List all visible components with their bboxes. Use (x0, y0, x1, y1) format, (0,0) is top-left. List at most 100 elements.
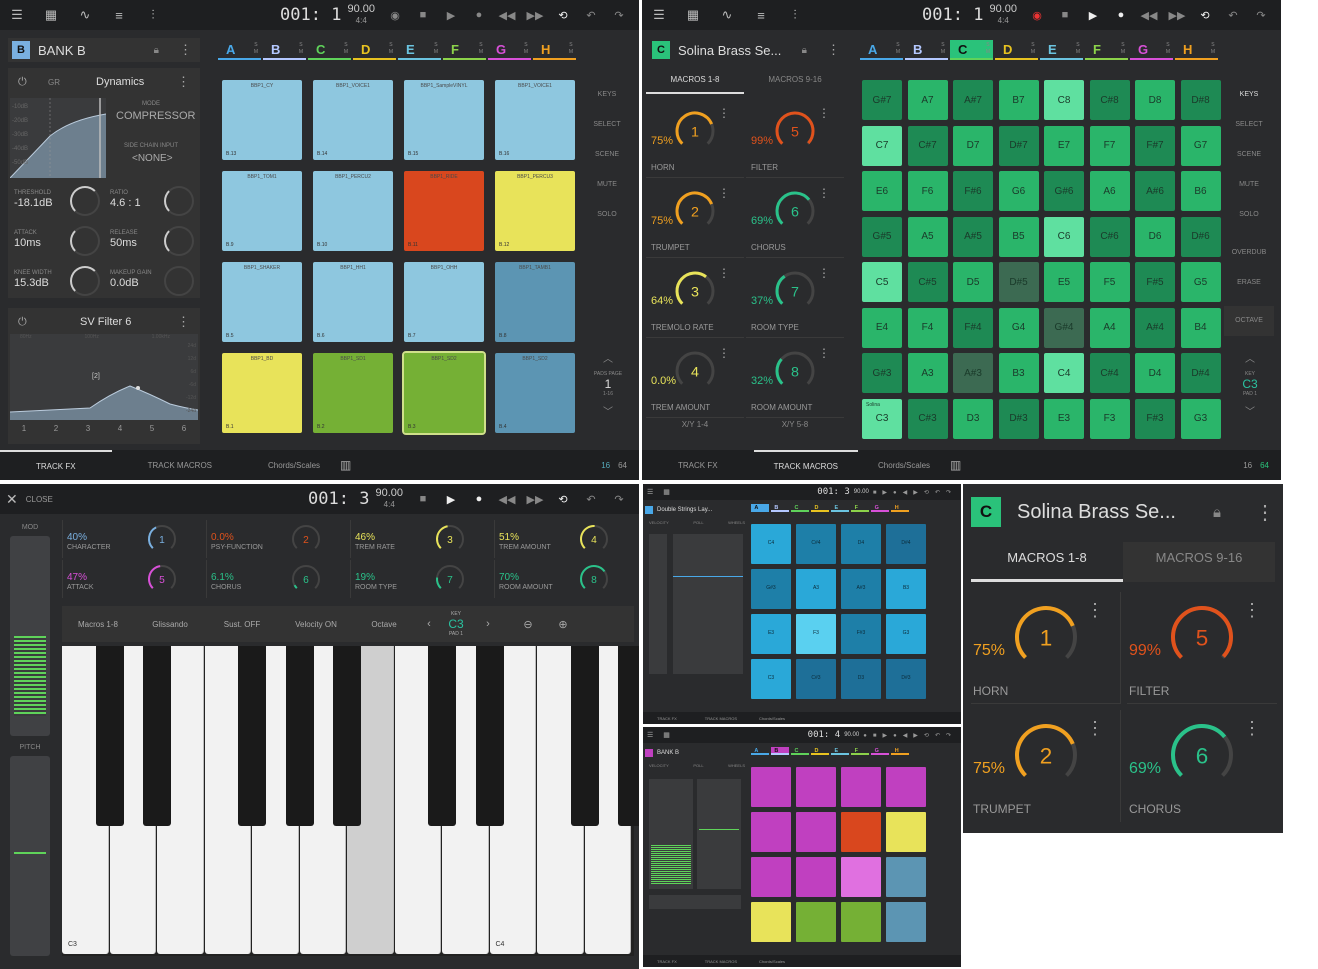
macro-5[interactable]: 99% FILTER 5 ⋮ (746, 100, 844, 178)
mini-pad[interactable] (841, 902, 881, 942)
drum-pad[interactable]: BBP1_RIDE B.11 (404, 171, 484, 251)
note-pad[interactable]: A3 (907, 353, 948, 393)
mini-pad[interactable]: D#4 (886, 524, 926, 564)
grid-icon[interactable]: ▦ (663, 731, 670, 739)
menu-icon[interactable]: ☰ (647, 731, 653, 739)
bank-d[interactable]: D (811, 504, 830, 513)
bank-e[interactable]: E (831, 504, 850, 513)
note-pad[interactable]: F3 (1089, 398, 1130, 439)
drum-pad[interactable]: BBP1_PERCU2 B.10 (313, 171, 393, 251)
black-key[interactable] (618, 646, 639, 826)
note-pad[interactable]: G5 (1180, 262, 1221, 302)
more-icon[interactable]: ⋮ (1243, 600, 1261, 621)
note-pad[interactable]: E7 (1044, 125, 1084, 166)
more-icon[interactable]: ⋮ (1086, 600, 1104, 621)
forward-button[interactable]: ▶▶ (1163, 9, 1191, 22)
grid-icon[interactable]: ▦ (682, 4, 704, 26)
rail-keys[interactable]: KEYS (1240, 80, 1259, 110)
bank-e[interactable]: E (831, 747, 850, 756)
piano-icon[interactable]: ▥ (950, 458, 961, 472)
note-pad[interactable]: E5 (1044, 262, 1084, 302)
tab-chords-scales[interactable]: Chords/Scales (751, 716, 793, 721)
bank-c[interactable]: C (791, 747, 810, 756)
note-pad[interactable]: B3 (998, 353, 1039, 393)
black-key[interactable] (333, 646, 361, 826)
note-pad[interactable]: D#4 (1180, 353, 1221, 393)
chevron-down-icon[interactable]: ﹀ (1226, 403, 1274, 418)
tab-track-macros[interactable]: TRACK MACROS (691, 716, 751, 721)
black-key[interactable] (95, 646, 124, 826)
redo-icon[interactable]: ↷ (605, 9, 633, 22)
loop-icon[interactable]: ⟲ (549, 493, 577, 506)
xy-5-8-tab[interactable]: X/Y 5-8 (746, 420, 844, 429)
tab-macros-1-8[interactable]: MACROS 1-8 (646, 70, 744, 94)
note-pad[interactable]: D#5 (998, 262, 1039, 302)
rail-mute[interactable]: MUTE (597, 170, 617, 200)
more-icon[interactable]: ⋮ (718, 106, 730, 120)
redo-icon[interactable]: ↷ (605, 493, 633, 506)
more-icon[interactable]: ⋮ (818, 266, 830, 280)
black-key[interactable] (475, 646, 504, 826)
mini-pad[interactable]: F#3 (841, 614, 881, 654)
macro-knob[interactable]: 2 (291, 524, 321, 559)
rail-solo[interactable]: SOLO (597, 200, 616, 230)
release-knob[interactable] (164, 226, 194, 256)
macro-knob[interactable]: 8 (579, 564, 609, 599)
rail-solo[interactable]: SOLO (1239, 200, 1258, 230)
macro-knob[interactable]: 2 (1013, 722, 1079, 793)
tab-track-fx[interactable]: TRACK FX (0, 450, 112, 480)
more-icon[interactable]: ⋮ (177, 74, 190, 90)
note-pad[interactable]: F6 (907, 171, 948, 211)
key-selector[interactable]: KEY C3 PAD 1 (444, 611, 468, 637)
tab-track-macros[interactable]: TRACK MACROS (112, 450, 248, 480)
note-pad[interactable]: C#7 (907, 125, 948, 166)
power-icon[interactable]: ⏻ (18, 76, 27, 89)
note-pad[interactable]: A#7 (953, 80, 993, 120)
macro-knob[interactable]: 5 (774, 110, 816, 157)
chevron-up-icon[interactable]: ︿ (584, 350, 632, 365)
drum-pad[interactable]: BBP1_VOICE1 B.14 (313, 80, 393, 160)
note-pad[interactable]: C#3 (907, 398, 948, 439)
more-icon[interactable]: ⋮ (1086, 718, 1104, 739)
mini-pad[interactable]: D3 (841, 659, 881, 699)
macro-3[interactable]: 46% TREM RATE 3 (350, 520, 490, 558)
tab-macros-1-8[interactable]: MACROS 1-8 (971, 542, 1123, 582)
bank-h[interactable]: H SM (533, 40, 576, 60)
more-icon[interactable]: ⋮ (1243, 718, 1261, 739)
toolbar-glissando[interactable]: Glissando (134, 620, 206, 629)
note-pad[interactable]: A4 (1089, 307, 1130, 348)
note-pad[interactable]: D#6 (1180, 216, 1221, 257)
page-16[interactable]: 16 (1243, 461, 1252, 470)
tempo-display[interactable]: 90.00 4:4 (375, 488, 403, 510)
macro-knob[interactable]: 3 (435, 524, 465, 559)
note-pad[interactable]: D#8 (1180, 80, 1221, 120)
tempo-display[interactable]: 90.00 (844, 732, 859, 738)
knee-knob[interactable] (70, 266, 100, 296)
note-pad[interactable]: E6 (862, 171, 902, 211)
toolbar-octave[interactable]: Octave (354, 620, 414, 629)
note-pad[interactable]: F5 (1089, 262, 1130, 302)
bank-b[interactable]: B (771, 504, 790, 513)
mini-pad[interactable] (751, 902, 791, 942)
pads-page-control[interactable]: ︿ PADS PAGE 1 1-16 ﹀ (584, 350, 632, 418)
macro-knob[interactable]: 4 (674, 350, 716, 397)
more-icon[interactable]: ⋮ (718, 186, 730, 200)
drum-pad[interactable]: BBP1_BD B.1 (222, 353, 302, 433)
bank-a[interactable]: A (751, 504, 770, 513)
mini-pad[interactable] (886, 812, 926, 852)
mini-pad[interactable] (751, 767, 791, 807)
more-icon[interactable]: ⋮ (179, 42, 192, 58)
waveform-icon[interactable]: ∿ (74, 4, 96, 26)
pitch-wheel[interactable] (697, 779, 741, 889)
chevron-left-icon[interactable]: ‹ (414, 618, 444, 630)
black-key[interactable] (238, 646, 266, 826)
black-key[interactable] (285, 646, 314, 826)
band-4[interactable]: 4 (118, 424, 122, 433)
bank-h[interactable]: H (891, 504, 910, 513)
note-pad[interactable]: B7 (998, 80, 1039, 120)
bank-b[interactable]: B (771, 747, 790, 756)
macro-knob[interactable]: 1 (674, 110, 716, 157)
drum-pad[interactable]: BBP1_PERCU3 B.12 (495, 171, 575, 251)
lock-icon[interactable]: 🔒︎ (1213, 504, 1221, 521)
tab-poll[interactable]: POLL (693, 763, 703, 768)
